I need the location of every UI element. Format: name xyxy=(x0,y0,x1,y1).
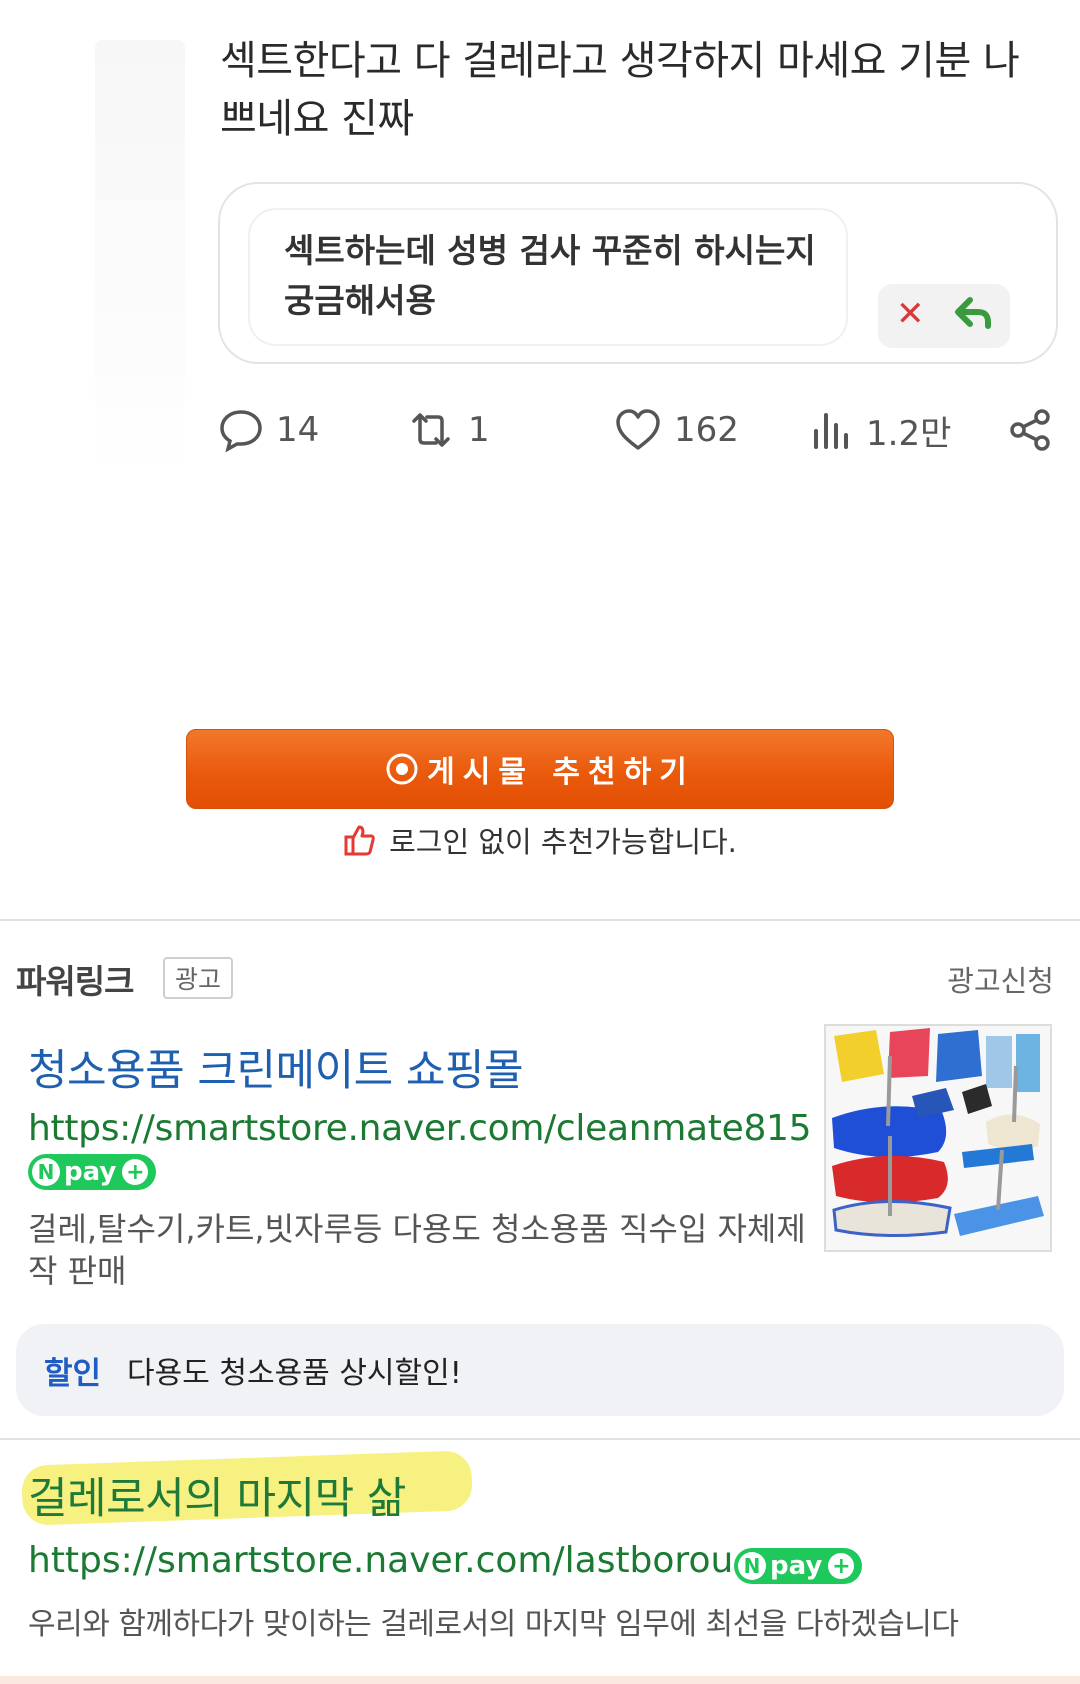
retweet-stat[interactable]: 1 xyxy=(406,400,490,460)
thumbs-up-icon xyxy=(343,823,377,857)
ad-promo-bar[interactable]: 할인 다용도 청소용품 상시할인! xyxy=(16,1324,1064,1416)
quote-reply-box: 섹트하는데 성병 검사 꾸준히 하시는지 궁금해서용 ✕ xyxy=(218,182,1058,364)
npay-badge: N pay + xyxy=(734,1548,863,1584)
target-icon xyxy=(385,752,419,786)
avatar-column-ghost xyxy=(95,40,185,480)
views-count: 1.2만 xyxy=(866,413,952,454)
comment-icon xyxy=(218,407,264,453)
share-icon[interactable] xyxy=(1008,400,1054,460)
npay-label: pay xyxy=(770,1551,823,1581)
powerlink-title: 파워링크 xyxy=(16,962,134,1001)
naver-n-icon: N xyxy=(738,1552,766,1580)
quote-text-line: 궁금해서용 xyxy=(284,281,436,320)
quote-bubble: 섹트하는데 성병 검사 꾸준히 하시는지 궁금해서용 xyxy=(248,208,848,346)
login-note: 로그인 없이 추천가능합니다. xyxy=(0,815,1080,865)
quote-actions: ✕ xyxy=(878,284,1010,348)
login-note-text: 로그인 없이 추천가능합니다. xyxy=(389,825,737,859)
divider xyxy=(0,919,1080,921)
ad-title-link[interactable]: 걸레로서의 마지막 삶 xyxy=(28,1464,406,1526)
tweet-text-line: 쁘네요 진짜 xyxy=(220,96,414,142)
npay-badge: N pay + xyxy=(28,1154,157,1190)
divider xyxy=(0,1438,1080,1440)
ad-badge: 광고 xyxy=(163,957,233,999)
heart-icon xyxy=(614,407,662,453)
npay-label: pay xyxy=(64,1157,117,1187)
reply-count: 14 xyxy=(276,410,320,450)
plus-icon: + xyxy=(828,1553,855,1579)
recommend-button-label: 게시물 추천하기 xyxy=(427,755,695,790)
quote-text-line: 섹트하는데 성병 검사 꾸준히 하시는지 xyxy=(284,231,816,270)
tweet-stats-bar: 14 1 162 1.2만 xyxy=(218,400,1058,460)
ad-url-link[interactable]: https://smartstore.naver.com/lastborou xyxy=(28,1540,733,1581)
promo-tag: 할인 xyxy=(44,1355,102,1392)
tweet-text-line: 섹트한다고 다 걸레라고 생각하지 마세요 기분 나 xyxy=(220,38,1020,84)
reply-arrow-icon[interactable] xyxy=(954,290,994,340)
ad-description: 우리와 함께하다가 맞이하는 걸레로서의 마지막 임무에 최선을 다하겠습니다 xyxy=(28,1607,959,1642)
naver-n-icon: N xyxy=(32,1158,60,1186)
ad-description: 걸레,탈수기,카트,빗자루등 다용도 청소용품 직수입 자체제 작 판매 xyxy=(28,1208,808,1292)
reply-stat[interactable]: 14 xyxy=(218,400,319,460)
mop-products-illustration xyxy=(826,1026,1050,1250)
ad-apply-link[interactable]: 광고신청 xyxy=(947,958,1054,1000)
retweet-count: 1 xyxy=(468,410,490,450)
views-chart-icon xyxy=(810,407,854,453)
ad-title-link[interactable]: 청소용품 크린메이트 쇼핑몰 xyxy=(28,1036,524,1098)
ad-url-link[interactable]: https://smartstore.naver.com/cleanmate81… xyxy=(28,1108,812,1149)
ad-description-line: 작 판매 xyxy=(28,1252,127,1290)
retweet-icon xyxy=(406,407,456,453)
recommend-post-button[interactable]: 게시물 추천하기 xyxy=(186,729,894,809)
like-stat[interactable]: 162 xyxy=(614,400,739,460)
like-count: 162 xyxy=(674,410,739,450)
page: 섹트한다고 다 걸레라고 생각하지 마세요 기분 나 쁘네요 진짜 섹트하는데 … xyxy=(0,0,1080,1684)
bottom-strip xyxy=(0,1676,1080,1684)
views-stat[interactable]: 1.2만 xyxy=(810,400,951,460)
close-icon[interactable]: ✕ xyxy=(896,294,925,334)
ad-description-line: 걸레,탈수기,카트,빗자루등 다용도 청소용품 직수입 자체제 xyxy=(28,1210,806,1248)
ad-product-image[interactable] xyxy=(824,1024,1052,1252)
promo-text: 다용도 청소용품 상시할인! xyxy=(127,1356,462,1391)
plus-icon: + xyxy=(122,1159,149,1185)
tweet-text: 섹트한다고 다 걸레라고 생각하지 마세요 기분 나 쁘네요 진짜 xyxy=(220,32,1040,148)
